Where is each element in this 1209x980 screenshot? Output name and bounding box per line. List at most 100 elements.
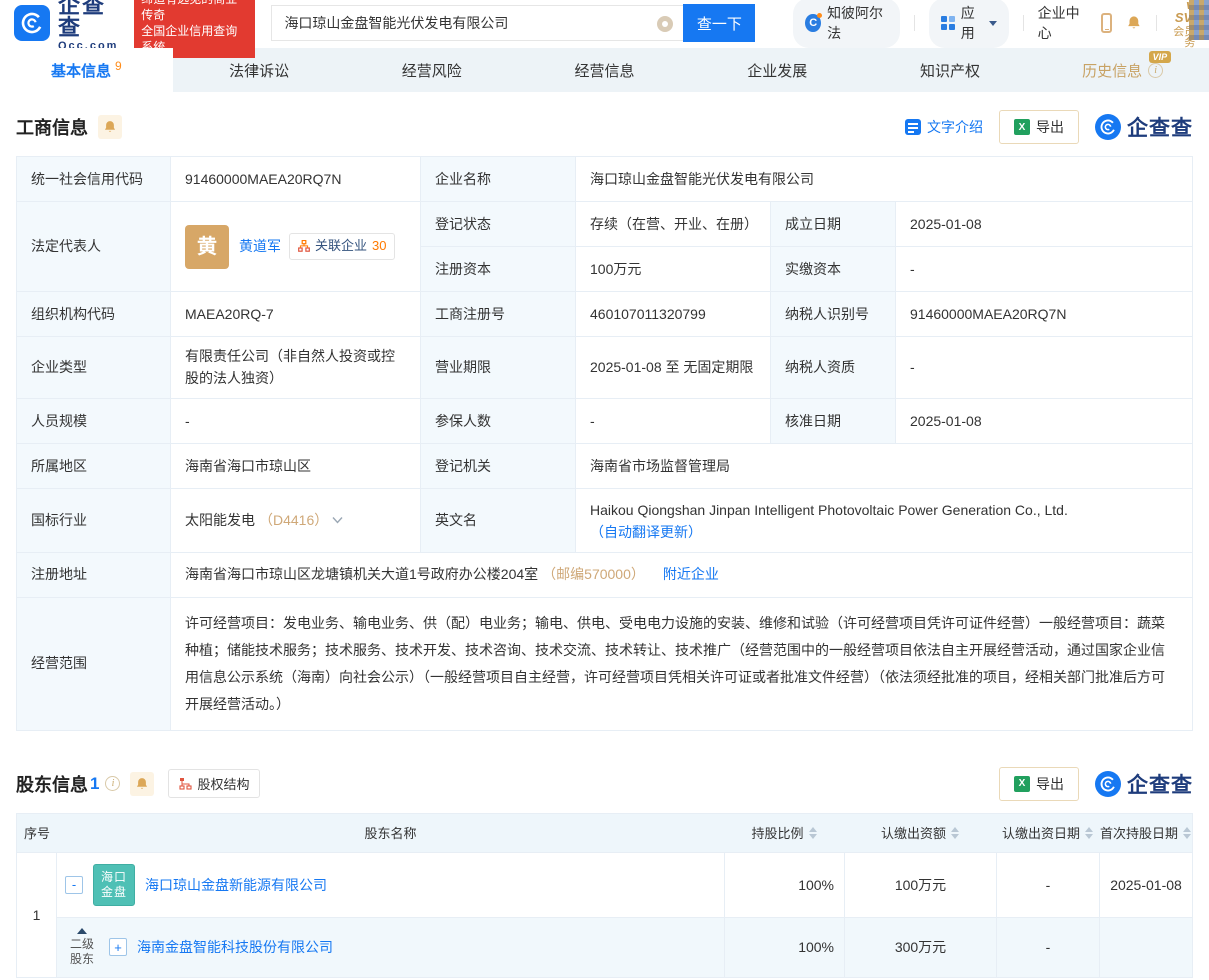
sort-icon[interactable] <box>809 827 817 839</box>
staff-size-label: 人员规模 <box>17 399 171 444</box>
tab-legal[interactable]: 法律诉讼 <box>173 48 346 92</box>
shareholder-table: 序号 股东名称 持股比例 认缴出资额 认缴出资日期 首次持股日期 1 <box>16 813 1193 978</box>
zhibi-alpha-link[interactable]: C 知彼阿尔法 <box>793 0 899 48</box>
qcc-watermark-logo: 企查查 <box>1095 769 1193 799</box>
enterprise-center-link[interactable]: 企业中心 <box>1038 3 1087 43</box>
apps-label: 应用 <box>961 3 981 43</box>
english-name-value: Haikou Qiongshan Jinpan Intelligent Phot… <box>590 502 1068 518</box>
search-box <box>271 5 683 41</box>
legal-rep-cell: 黄 黄道军 关联企业 30 <box>171 202 421 292</box>
tab-development-label: 企业发展 <box>747 60 807 81</box>
address-value: 海南省海口市琼山区龙塘镇机关大道1号政府办公楼204室 <box>185 563 538 585</box>
related-companies-badge[interactable]: 关联企业 30 <box>289 233 395 260</box>
shareholder-amount: 300万元 <box>844 918 996 977</box>
col-date: 认缴出资日期 <box>996 823 1099 842</box>
apps-menu[interactable]: 应用 <box>929 0 1009 48</box>
english-name-cell: Haikou Qiongshan Jinpan Intelligent Phot… <box>576 489 1192 553</box>
chevron-down-icon[interactable] <box>332 516 343 524</box>
tab-risk[interactable]: 经营风险 <box>345 48 518 92</box>
divider <box>1023 15 1024 31</box>
credit-code-value: 91460000MAEA20RQ7N <box>171 157 421 202</box>
sort-icon[interactable] <box>1085 827 1093 839</box>
reg-status-label: 登记状态 <box>421 202 576 247</box>
legal-rep-avatar[interactable]: 黄 <box>185 225 229 269</box>
approval-date-value: 2025-01-08 <box>896 399 1192 444</box>
info-icon[interactable]: i <box>1148 63 1163 78</box>
registry-label: 登记机关 <box>421 444 576 489</box>
related-companies-label: 关联企业 <box>315 236 367 257</box>
reg-status-value: 存续（在营、开业、在册） <box>576 202 771 247</box>
search-button[interactable]: 查一下 <box>683 4 755 42</box>
monitor-bell-icon[interactable] <box>98 115 122 139</box>
business-info-table: 统一社会信用代码 91460000MAEA20RQ7N 企业名称 海口琼山金盘智… <box>16 156 1193 731</box>
auto-translate-link[interactable]: （自动翻译更新） <box>590 524 702 540</box>
industry-code: （D4416） <box>259 509 328 531</box>
equity-structure-button[interactable]: 股权结构 <box>168 769 260 798</box>
qcc-brand-text: 企查查 <box>1127 769 1193 799</box>
insured-label: 参保人数 <box>421 399 576 444</box>
shareholder-name-link[interactable]: 海南金盘智能科技股份有限公司 <box>137 937 333 957</box>
notification-bell-icon[interactable] <box>1126 14 1142 32</box>
logo-text-cn: 企查查 <box>58 0 122 39</box>
tab-legal-label: 法律诉讼 <box>229 60 289 81</box>
nearby-companies-link[interactable]: 附近企业 <box>663 563 719 585</box>
col-first-date-label: 首次持股日期 <box>1100 823 1178 842</box>
col-amount-label: 认缴出资额 <box>881 823 946 842</box>
business-term-value: 2025-01-08 至 无固定期限 <box>576 337 771 399</box>
sort-icon[interactable] <box>1183 827 1191 839</box>
tab-basic-info-label: 基本信息 <box>51 60 111 81</box>
tier-label-line1: 二级 <box>70 937 94 952</box>
establish-date-label: 成立日期 <box>771 202 896 247</box>
sort-icon[interactable] <box>951 827 959 839</box>
col-ratio-label: 持股比例 <box>751 823 803 842</box>
industry-cell: 太阳能发电 （D4416） <box>171 489 421 553</box>
user-avatar[interactable] <box>1189 0 1209 40</box>
credit-code-label: 统一社会信用代码 <box>17 157 171 202</box>
collapse-triangle-icon[interactable] <box>77 928 87 934</box>
tab-risk-label: 经营风险 <box>402 60 462 81</box>
company-type-label: 企业类型 <box>17 337 171 399</box>
export-button[interactable]: X 导出 <box>999 110 1079 144</box>
divider <box>1156 15 1157 31</box>
paid-capital-label: 实缴资本 <box>771 247 896 292</box>
row-index: 1 <box>17 853 57 977</box>
text-intro-button[interactable]: 文字介绍 <box>905 117 983 137</box>
tab-history-label: 历史信息 <box>1082 60 1142 81</box>
col-ratio: 持股比例 <box>724 823 844 842</box>
chevron-down-icon <box>989 21 997 26</box>
shareholder-subrow: 二级 股东 + 海南金盘智能科技股份有限公司 100% 300万元 - <box>57 917 1192 977</box>
tab-development[interactable]: 企业发展 <box>691 48 864 92</box>
taxpayer-id-value: 91460000MAEA20RQ7N <box>896 292 1192 337</box>
scope-value: 许可经营项目：发电业务、输电业务、供（配）电业务；输电、供电、受电电力设施的安装… <box>171 598 1192 730</box>
col-date-label: 认缴出资日期 <box>1002 823 1080 842</box>
company-type-value: 有限责任公司（非自然人投资或控股的法人独资） <box>171 337 421 399</box>
biz-reg-no-label: 工商注册号 <box>421 292 576 337</box>
info-icon[interactable]: i <box>105 776 120 791</box>
export-button[interactable]: X 导出 <box>999 767 1079 801</box>
col-first-date: 首次持股日期 <box>1099 823 1192 842</box>
search-input[interactable] <box>272 6 683 40</box>
tab-operation[interactable]: 经营信息 <box>518 48 691 92</box>
col-index: 序号 <box>17 823 57 842</box>
col-amount: 认缴出资额 <box>844 823 996 842</box>
business-info-title: 工商信息 <box>16 114 88 140</box>
region-value: 海南省海口市琼山区 <box>171 444 421 489</box>
tab-basic-info[interactable]: 基本信息 9 <box>0 48 173 92</box>
shareholder-logo-line1: 海口 <box>101 870 127 885</box>
qcc-brand-icon <box>1095 771 1121 797</box>
tab-history[interactable]: VIP 历史信息 i <box>1036 48 1209 92</box>
legal-rep-name-link[interactable]: 黄道军 <box>239 235 281 257</box>
mobile-app-icon[interactable] <box>1101 13 1112 33</box>
zhibi-alpha-label: 知彼阿尔法 <box>827 3 888 43</box>
tab-ip[interactable]: 知识产权 <box>864 48 1037 92</box>
monitor-bell-icon[interactable] <box>130 772 154 796</box>
expand-button[interactable]: + <box>109 938 127 956</box>
reg-capital-label: 注册资本 <box>421 247 576 292</box>
tab-ip-label: 知识产权 <box>920 60 980 81</box>
address-label: 注册地址 <box>17 553 171 598</box>
equity-chart-icon <box>179 777 192 790</box>
staff-size-value: - <box>171 399 421 444</box>
shareholder-table-header: 序号 股东名称 持股比例 认缴出资额 认缴出资日期 首次持股日期 <box>17 814 1192 852</box>
shareholder-name-link[interactable]: 海口琼山金盘新能源有限公司 <box>145 875 327 895</box>
collapse-button[interactable]: - <box>65 876 83 894</box>
